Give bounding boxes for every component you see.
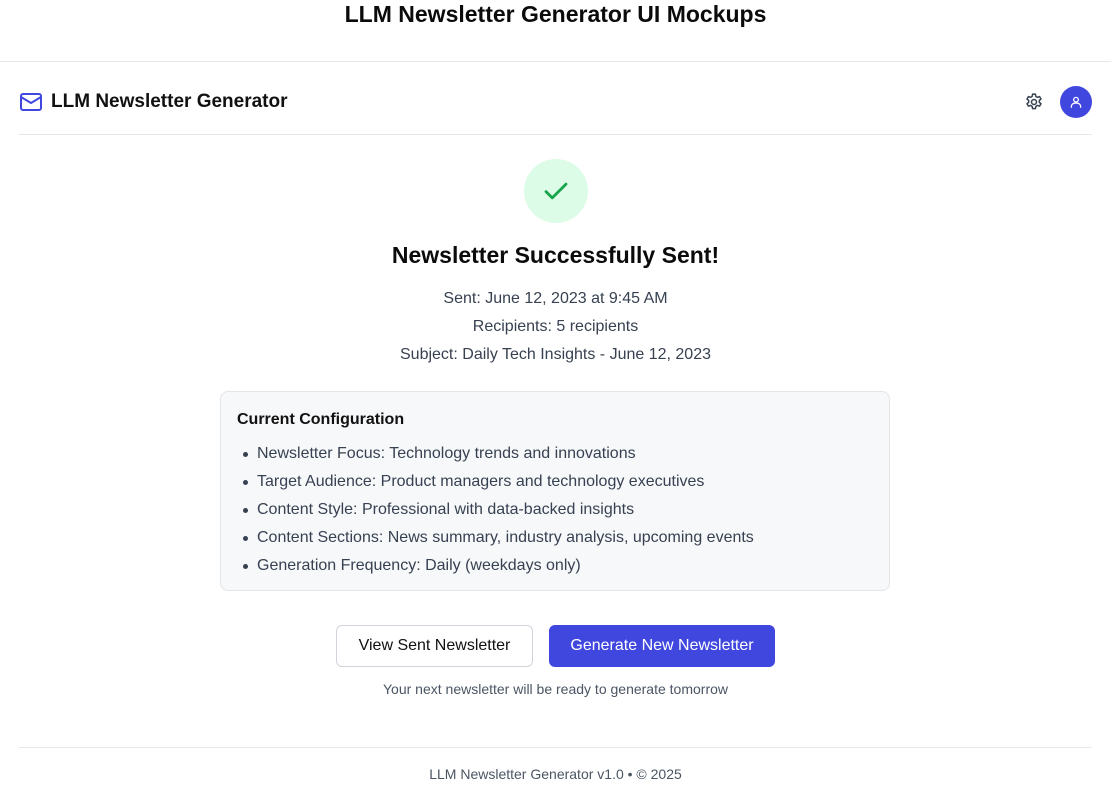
config-item-focus: Newsletter Focus: Technology trends and … — [237, 440, 754, 468]
top-divider — [0, 61, 1111, 62]
user-icon — [1069, 95, 1083, 109]
newsletter-subject: Subject: Daily Tech Insights - June 12, … — [400, 346, 711, 363]
next-newsletter-hint: Your next newsletter will be ready to ge… — [383, 681, 728, 697]
view-sent-newsletter-button[interactable]: View Sent Newsletter — [336, 625, 533, 667]
mail-icon — [19, 90, 43, 114]
settings-button[interactable] — [1022, 90, 1046, 114]
gear-icon — [1024, 92, 1044, 112]
check-icon — [541, 176, 571, 206]
app-header: LLM Newsletter Generator — [19, 84, 1092, 120]
sent-timestamp: Sent: June 12, 2023 at 9:45 AM — [443, 290, 668, 307]
config-item-style: Content Style: Professional with data-ba… — [237, 496, 754, 524]
config-item-sections: Content Sections: News summary, industry… — [237, 524, 754, 552]
success-badge — [524, 159, 588, 223]
footer-divider — [19, 747, 1092, 748]
generate-new-newsletter-button[interactable]: Generate New Newsletter — [549, 625, 775, 667]
brand[interactable]: LLM Newsletter Generator — [19, 84, 288, 120]
success-title: Newsletter Successfully Sent! — [391, 242, 720, 268]
configuration-title: Current Configuration — [237, 411, 405, 428]
configuration-list: Newsletter Focus: Technology trends and … — [237, 440, 754, 580]
app-name: LLM Newsletter Generator — [51, 91, 288, 112]
config-item-audience: Target Audience: Product managers and te… — [237, 468, 754, 496]
page-title: LLM Newsletter Generator UI Mockups — [344, 1, 767, 27]
footer: LLM Newsletter Generator v1.0 • © 2025 — [429, 766, 682, 782]
configuration-panel: Current Configuration Newsletter Focus: … — [220, 391, 890, 591]
header-divider — [19, 134, 1092, 135]
config-item-frequency: Generation Frequency: Daily (weekdays on… — [237, 552, 754, 580]
recipients-count: Recipients: 5 recipients — [472, 318, 639, 335]
user-avatar-button[interactable] — [1060, 86, 1092, 118]
